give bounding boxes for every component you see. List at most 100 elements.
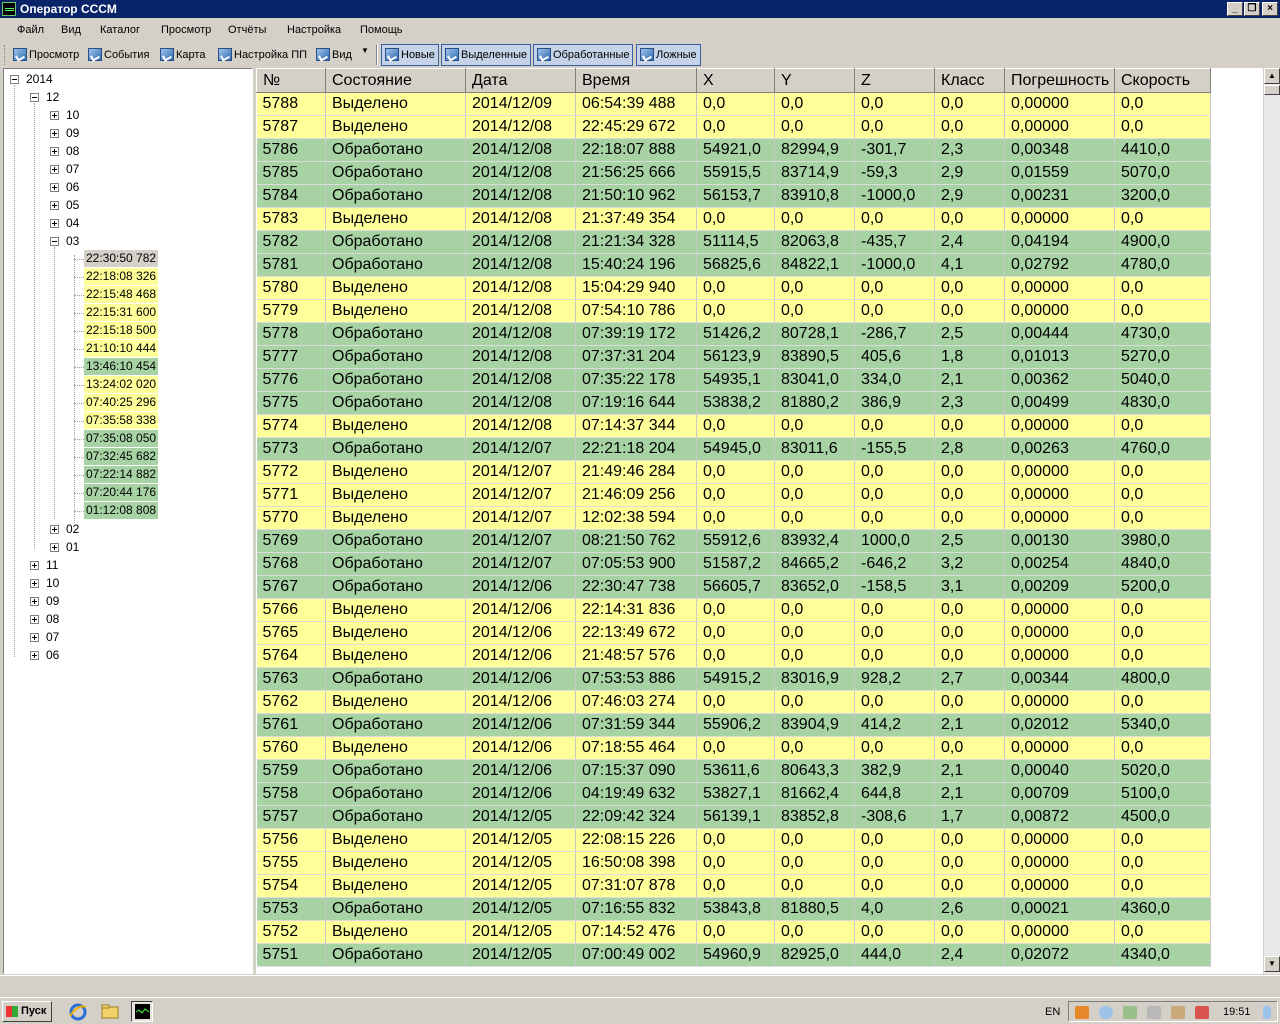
show-desktop-icon[interactable] <box>1263 1006 1271 1019</box>
expand-month-icon[interactable] <box>30 579 39 588</box>
table-row[interactable]: 5777 Обработано 2014/12/08 07:37:31 204 5612… <box>256 345 1261 369</box>
filter-false-button[interactable]: Ложные <box>636 44 701 66</box>
tree-node-day[interactable]: 09 <box>66 124 79 142</box>
expand-month-icon[interactable] <box>30 633 39 642</box>
table-row[interactable]: 5759 Обработано 2014/12/06 07:15:37 090 5361… <box>256 759 1261 783</box>
expand-day-icon[interactable] <box>50 219 59 228</box>
safely-remove-icon[interactable] <box>1123 1006 1137 1019</box>
col-date-header[interactable]: Дата <box>465 68 576 93</box>
collapse-year-icon[interactable] <box>10 75 19 84</box>
col-x-header[interactable]: X <box>696 68 775 93</box>
table-row[interactable]: 5756 Выделено 2014/12/05 22:08:15 226 0,0 0,0… <box>256 828 1261 852</box>
tree-event-item[interactable]: 07:22:14 882 <box>84 466 159 483</box>
scroll-down-button[interactable]: ▼ <box>1264 956 1280 972</box>
expand-day-icon[interactable] <box>50 183 59 192</box>
table-row[interactable]: 5782 Обработано 2014/12/08 21:21:34 328 5111… <box>256 230 1261 254</box>
tree-node-day[interactable]: 08 <box>66 142 79 160</box>
tree-node-month[interactable]: 11 <box>46 556 58 574</box>
table-row[interactable]: 5760 Выделено 2014/12/06 07:18:55 464 0,0 0,0… <box>256 736 1261 760</box>
col-y-header[interactable]: Y <box>774 68 855 93</box>
table-row[interactable]: 5751 Обработано 2014/12/05 07:00:49 002 5496… <box>256 943 1261 967</box>
events-button[interactable]: События <box>87 45 149 65</box>
tree-event-item[interactable]: 22:18:08 326 <box>84 268 159 285</box>
table-row[interactable]: 5761 Обработано 2014/12/06 07:31:59 344 5590… <box>256 713 1261 737</box>
volume-icon[interactable] <box>1147 1006 1161 1019</box>
tree-node-day[interactable]: 05 <box>66 196 79 214</box>
scroll-up-button[interactable]: ▲ <box>1264 68 1280 84</box>
expand-day-icon[interactable] <box>50 201 59 210</box>
table-row[interactable]: 5769 Обработано 2014/12/07 08:21:50 762 5591… <box>256 529 1261 553</box>
maximize-button[interactable]: ❐ <box>1244 2 1260 16</box>
expand-month-icon[interactable] <box>30 597 39 606</box>
expand-day-icon[interactable] <box>50 543 59 552</box>
table-row[interactable]: 5774 Выделено 2014/12/08 07:14:37 344 0,0 0,0… <box>256 414 1261 438</box>
table-row[interactable]: 5773 Обработано 2014/12/07 22:21:18 204 5494… <box>256 437 1261 461</box>
menu-item-3[interactable]: Просмотр <box>161 24 211 36</box>
col-speed-header[interactable]: Скорость <box>1114 68 1211 93</box>
map-button[interactable]: Карта <box>159 45 205 65</box>
tree-node-day[interactable]: 06 <box>66 178 79 196</box>
expand-month-icon[interactable] <box>30 651 39 660</box>
menu-item-5[interactable]: Настройка <box>287 24 341 36</box>
expand-month-icon[interactable] <box>30 561 39 570</box>
filter-new-button[interactable]: Новые <box>381 44 439 66</box>
table-row[interactable]: 5766 Выделено 2014/12/06 22:14:31 836 0,0 0,0… <box>256 598 1261 622</box>
tree-node-year[interactable]: 2014 <box>26 70 53 88</box>
tree-event-item[interactable]: 22:15:31 600 <box>84 304 159 321</box>
table-row[interactable]: 5755 Выделено 2014/12/05 16:50:08 398 0,0 0,0… <box>256 851 1261 875</box>
folder-icon[interactable] <box>99 1001 121 1022</box>
col-status-header[interactable]: Состояние <box>325 68 466 93</box>
tree-node-month[interactable]: 12 <box>46 88 59 106</box>
table-row[interactable]: 5770 Выделено 2014/12/07 12:02:38 594 0,0 0,0… <box>256 506 1261 530</box>
col-class-header[interactable]: Класс <box>934 68 1005 93</box>
col-z-header[interactable]: Z <box>854 68 935 93</box>
expand-day-icon[interactable] <box>50 165 59 174</box>
tree-event-item[interactable]: 07:35:58 338 <box>84 412 159 429</box>
alert-icon[interactable] <box>1195 1006 1209 1019</box>
tree-node-month[interactable]: 10 <box>46 574 59 592</box>
tree-event-item[interactable]: 07:20:44 176 <box>84 484 159 501</box>
tree-node-day[interactable]: 10 <box>66 106 79 124</box>
chevron-down-icon[interactable]: ▼ <box>361 46 369 55</box>
table-row[interactable]: 5781 Обработано 2014/12/08 15:40:24 196 5682… <box>256 253 1261 277</box>
menu-item-1[interactable]: Вид <box>61 24 81 36</box>
tree-node-month[interactable]: 08 <box>46 610 59 628</box>
start-button[interactable]: Пуск <box>2 1001 52 1022</box>
browser-icon[interactable] <box>67 1001 89 1022</box>
close-button[interactable]: × <box>1262 2 1278 16</box>
minimize-button[interactable]: _ <box>1227 2 1243 16</box>
tree-node-day[interactable]: 07 <box>66 160 79 178</box>
table-row[interactable]: 5787 Выделено 2014/12/08 22:45:29 672 0,0 0,0… <box>256 115 1261 139</box>
table-row[interactable]: 5764 Выделено 2014/12/06 21:48:57 576 0,0 0,0… <box>256 644 1261 668</box>
table-row[interactable]: 5765 Выделено 2014/12/06 22:13:49 672 0,0 0,0… <box>256 621 1261 645</box>
tree-node-day[interactable]: 02 <box>66 520 79 538</box>
view-button[interactable]: Просмотр <box>12 45 79 65</box>
tree-node-day[interactable]: 04 <box>66 214 79 232</box>
table-row[interactable]: 5758 Обработано 2014/12/06 04:19:49 632 5382… <box>256 782 1261 806</box>
collapse-month-icon[interactable] <box>30 93 39 102</box>
table-row[interactable]: 5779 Выделено 2014/12/08 07:54:10 786 0,0 0,0… <box>256 299 1261 323</box>
filter-processed-button[interactable]: Обработанные <box>533 44 634 66</box>
table-row[interactable]: 5752 Выделено 2014/12/05 07:14:52 476 0,0 0,0… <box>256 920 1261 944</box>
tree-event-item[interactable]: 07:32:45 682 <box>84 448 159 465</box>
tree-node-month[interactable]: 07 <box>46 628 59 646</box>
settings-pp-button[interactable]: Настройка ПП <box>217 45 307 65</box>
table-row[interactable]: 5784 Обработано 2014/12/08 21:50:10 962 5615… <box>256 184 1261 208</box>
app-task-button[interactable] <box>131 1001 153 1022</box>
clock[interactable]: 19:51 <box>1223 1006 1251 1018</box>
expand-month-icon[interactable] <box>30 615 39 624</box>
menu-item-2[interactable]: Каталог <box>100 24 140 36</box>
menu-item-6[interactable]: Помощь <box>360 24 403 36</box>
table-row[interactable]: 5768 Обработано 2014/12/07 07:05:53 900 5158… <box>256 552 1261 576</box>
network-icon[interactable] <box>1099 1006 1113 1019</box>
col-error-header[interactable]: Погрешность <box>1004 68 1115 93</box>
keyboard-icon[interactable] <box>1171 1006 1185 1019</box>
table-row[interactable]: 5763 Обработано 2014/12/06 07:53:53 886 5491… <box>256 667 1261 691</box>
toolbar-grip[interactable] <box>4 45 7 65</box>
table-row[interactable]: 5776 Обработано 2014/12/08 07:35:22 178 5493… <box>256 368 1261 392</box>
tree-event-item[interactable]: 07:35:08 050 <box>84 430 159 447</box>
table-row[interactable]: 5757 Обработано 2014/12/05 22:09:42 324 5613… <box>256 805 1261 829</box>
tree-event-item[interactable]: 13:46:10 454 <box>84 358 159 375</box>
table-row[interactable]: 5775 Обработано 2014/12/08 07:19:16 644 5383… <box>256 391 1261 415</box>
scroll-thumb[interactable] <box>1264 85 1280 95</box>
